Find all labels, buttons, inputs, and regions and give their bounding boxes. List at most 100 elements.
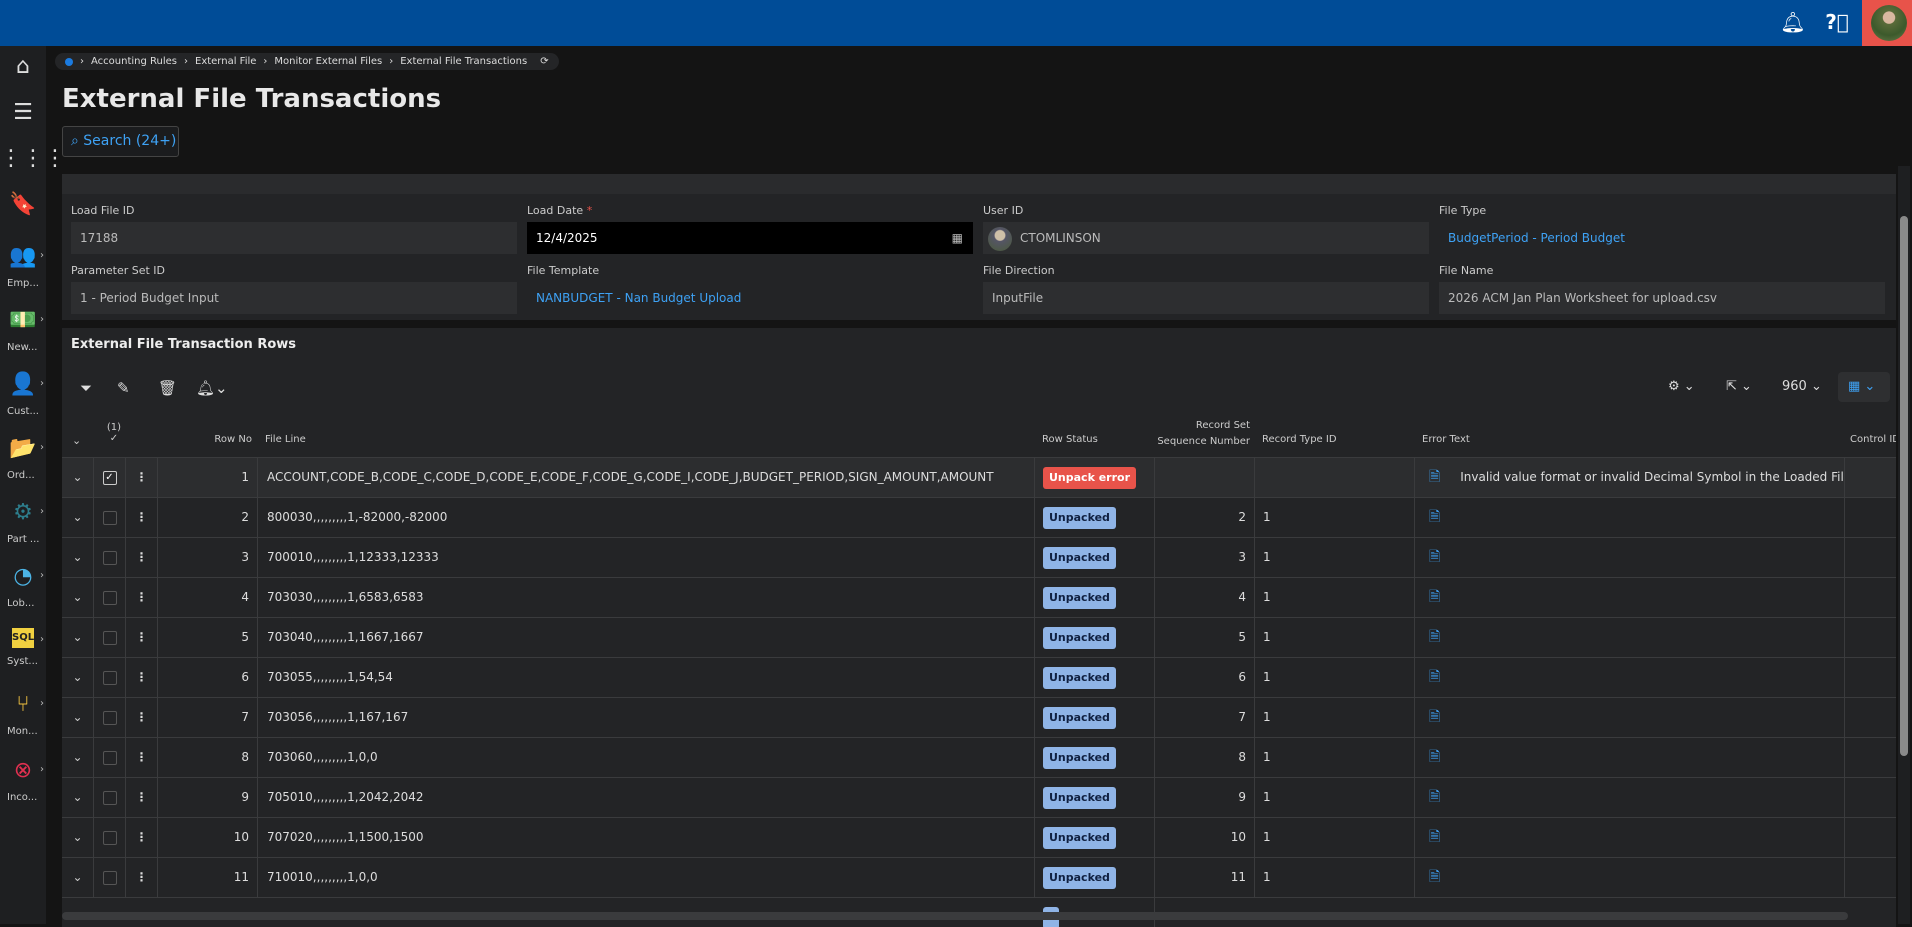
row-menu-icon[interactable]: ⋮ [136,790,148,804]
row-checkbox[interactable] [102,710,117,725]
row-checkbox[interactable]: ✓ [102,470,117,485]
sidebar-item[interactable]: ⋮⋮⋮ [0,146,66,172]
document-icon[interactable]: 🗎 [1429,589,1440,605]
home-dot-icon[interactable] [65,57,73,66]
delete-icon[interactable]: 🗑︎ [158,379,177,397]
table-row[interactable]: ⌄ ✓ ⋮ 1 ACCOUNT,CODE_B,CODE_C,CODE_D,CODE_E,… [62,458,1896,498]
chevron-right-icon[interactable]: › [40,378,44,389]
table-row[interactable]: ⌄ ⋮ 4 703030,,,,,,,,,1,6583,6583 Unpacked 4 1 🗎 [62,578,1896,618]
row-menu-icon[interactable]: ⋮ [136,630,148,644]
row-menu-icon[interactable]: ⋮ [136,670,148,684]
document-icon[interactable]: 🗎 [1429,509,1440,525]
row-checkbox[interactable] [102,670,117,685]
breadcrumb-item[interactable]: Monitor External Files [274,56,382,67]
row-menu-icon[interactable]: ⋮ [136,710,148,724]
refresh-icon[interactable]: ⟳ [540,56,548,67]
document-icon[interactable]: 🗎 [1429,629,1440,645]
document-icon[interactable]: 🗎 [1429,549,1440,565]
breadcrumb-item[interactable]: Accounting Rules [91,56,177,67]
calendar-icon[interactable]: ▦ [952,222,963,254]
table-row[interactable]: ⌄ ⋮ 9 705010,,,,,,,,,1,2042,2042 Unpacked 9 1 🗎 [62,778,1896,818]
chevron-right-icon[interactable]: › [40,570,44,581]
sidebar-item[interactable]: ⌂ [0,54,46,80]
expand-row-icon[interactable]: ⌄ [72,870,82,884]
row-checkbox[interactable] [102,790,117,805]
chevron-right-icon[interactable]: › [40,698,44,709]
row-menu-icon[interactable]: ⋮ [136,830,148,844]
row-menu-icon[interactable]: ⋮ [136,510,148,524]
sidebar-item[interactable]: 💵 › New... [0,308,46,353]
expand-row-icon[interactable]: ⌄ [72,750,82,764]
document-icon[interactable]: 🗎 [1429,669,1440,685]
table-row[interactable]: ⌄ ⋮ 6 703055,,,,,,,,,1,54,54 Unpacked 6 1 🗎 [62,658,1896,698]
sidebar-item[interactable]: SQL › Syst... [0,628,46,667]
file-template-link[interactable]: NANBUDGET - Nan Budget Upload [527,282,973,314]
document-icon[interactable]: 🗎 [1429,789,1440,805]
expand-row-icon[interactable]: ⌄ [72,630,82,644]
scrollbar-thumb[interactable] [1900,216,1908,756]
table-row[interactable]: ⌄ ⋮ 11 710010,,,,,,,,,1,0,0 Unpacked 11 1 🗎 [62,858,1896,898]
settings-menu[interactable]: ⚙ ⌄ [1668,379,1695,394]
expand-row-icon[interactable]: ⌄ [72,790,82,804]
row-checkbox[interactable] [102,550,117,565]
row-menu-icon[interactable]: ⋮ [136,750,148,764]
expand-row-icon[interactable]: ⌄ [72,550,82,564]
notification-menu-icon[interactable]: 🔔︎⌄ [196,379,228,397]
sidebar-item[interactable]: ⚙ › Part ... [0,500,46,545]
table-row[interactable]: ⌄ ⋮ 5 703040,,,,,,,,,1,1667,1667 Unpacked 5 1 🗎 [62,618,1896,658]
row-checkbox[interactable] [102,870,117,885]
vertical-scrollbar[interactable] [1898,166,1910,924]
table-view-toggle[interactable]: ▦ ⌄ [1838,372,1890,402]
row-menu-icon[interactable]: ⋮ [136,870,148,884]
sidebar-item[interactable]: 👥 › Emp... [0,244,46,289]
document-icon[interactable]: 🗎 [1429,749,1440,765]
page-size-select[interactable]: 960 ⌄ [1782,379,1822,394]
row-checkbox[interactable] [102,510,117,525]
export-menu[interactable]: ⇱ ⌄ [1726,379,1752,394]
sidebar-item[interactable]: 👤 › Cust... [0,372,46,417]
row-menu-icon[interactable]: ⋮ [136,470,148,484]
table-row[interactable]: ⌄ ⋮ 7 703056,,,,,,,,,1,167,167 Unpacked 7 1 🗎 [62,698,1896,738]
expand-row-icon[interactable]: ⌄ [72,590,82,604]
bell-icon[interactable]: 🔔︎ [1780,10,1806,36]
chevron-right-icon[interactable]: › [40,506,44,517]
document-icon[interactable]: 🗎 [1429,469,1440,485]
expand-row-icon[interactable]: ⌄ [72,470,82,484]
chevron-right-icon[interactable]: › [40,314,44,325]
expand-row-icon[interactable]: ⌄ [72,670,82,684]
chevron-right-icon[interactable]: › [40,250,44,261]
sidebar-item[interactable]: ⑂ › Mon... [0,692,46,737]
chevron-right-icon[interactable]: › [40,442,44,453]
row-menu-icon[interactable]: ⋮ [136,590,148,604]
user-avatar[interactable] [1871,5,1907,41]
row-checkbox[interactable] [102,830,117,845]
sidebar-item[interactable]: 📂 › Ord... [0,436,46,481]
document-icon[interactable]: 🗎 [1429,869,1440,885]
horizontal-scrollbar[interactable] [62,912,1848,920]
col-record-set-seq[interactable]: Record Set Sequence Number [1142,418,1250,460]
breadcrumb-item[interactable]: External File [195,56,256,67]
expand-row-icon[interactable]: ⌄ [72,510,82,524]
document-icon[interactable]: 🗎 [1429,829,1440,845]
load-date-input[interactable]: 12/4/2025 ▦ [527,222,973,254]
expand-row-icon[interactable]: ⌄ [72,710,82,724]
row-checkbox[interactable] [102,630,117,645]
filter-icon[interactable]: ⏷ [80,379,92,397]
row-checkbox[interactable] [102,590,117,605]
edit-icon[interactable]: ✎ [117,379,130,397]
sidebar-item[interactable]: 🔖 [0,192,46,218]
expand-row-icon[interactable]: ⌄ [72,830,82,844]
document-icon[interactable]: 🗎 [1429,709,1440,725]
chevron-right-icon[interactable]: › [40,634,44,645]
table-row[interactable]: ⌄ ⋮ 3 700010,,,,,,,,,1,12333,12333 Unpacked 3… [62,538,1896,578]
sidebar-item[interactable]: ⊗ › Inco... [0,758,46,803]
search-button[interactable]: ⌕ Search (24+) [62,126,179,157]
table-row[interactable]: ⌄ ⋮ 2 800030,,,,,,,,,1,-82000,-82000 Unpacke… [62,498,1896,538]
chevron-right-icon[interactable]: › [40,764,44,775]
row-menu-icon[interactable]: ⋮ [136,550,148,564]
user-menu[interactable] [1862,0,1912,46]
file-type-link[interactable]: BudgetPeriod - Period Budget [1439,222,1885,254]
table-row[interactable]: ⌄ ⋮ 8 703060,,,,,,,,,1,0,0 Unpacked 8 1 🗎 [62,738,1896,778]
sidebar-item[interactable]: ◔ › Lob... [0,564,46,609]
sidebar-item[interactable]: ☰ [0,100,46,126]
